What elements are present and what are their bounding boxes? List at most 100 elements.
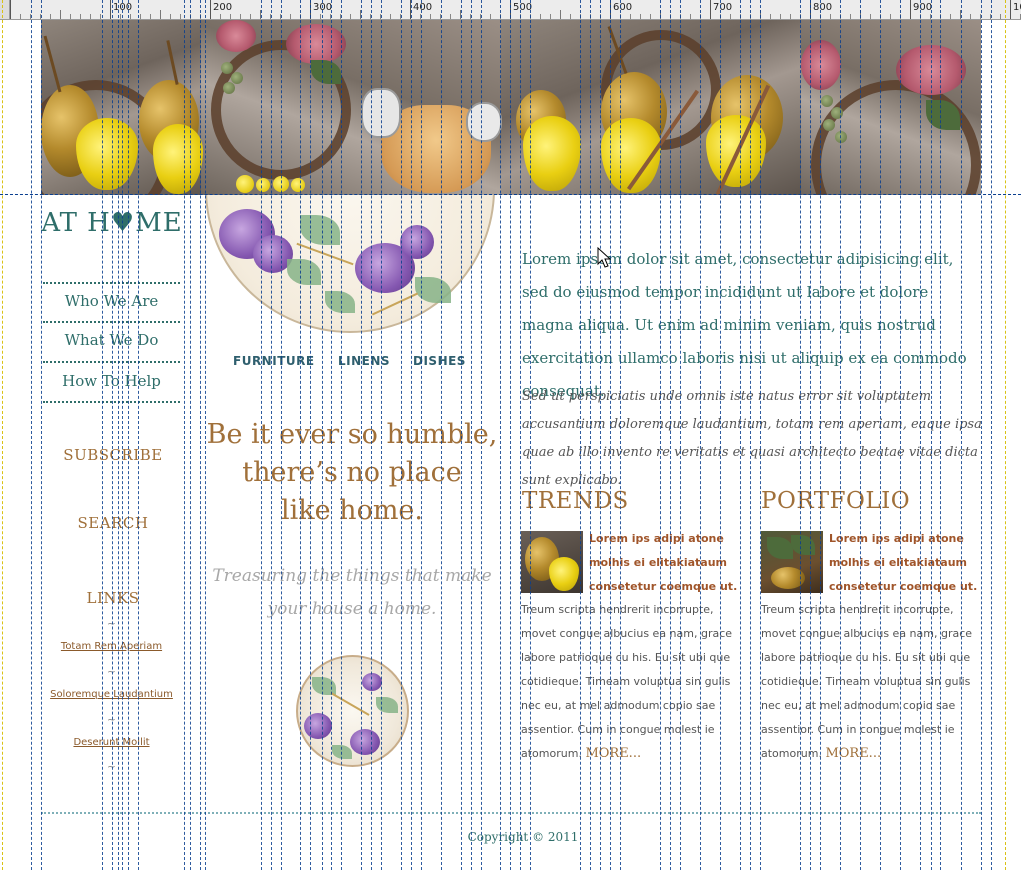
links-heading: LINKS (86, 589, 140, 607)
hero-tagline: Treasuring the things that make your hou… (205, 560, 499, 626)
column-guide[interactable] (900, 0, 901, 870)
column-guide[interactable] (261, 0, 262, 870)
column-guide[interactable] (860, 0, 861, 870)
subscribe-link[interactable]: SUBSCRIBE (43, 446, 183, 464)
ruler-tick (550, 14, 551, 19)
column-guide[interactable] (461, 0, 462, 870)
column-guide[interactable] (205, 0, 206, 870)
column-guide[interactable] (720, 0, 721, 870)
column-guide[interactable] (361, 0, 362, 870)
grape (823, 119, 835, 131)
ruler-tick (710, 0, 711, 19)
trends-headline[interactable]: Lorem ips adipi atone molhis ei elitakia… (589, 527, 745, 599)
hero-heading: Be it ever so humble, there’s no place l… (205, 416, 499, 530)
column-guide[interactable] (200, 0, 201, 870)
column-guide[interactable] (931, 0, 932, 870)
ruler-tick (1000, 14, 1001, 19)
column-guide[interactable] (341, 0, 342, 870)
heart-icon: ♥ (110, 208, 136, 238)
column-guide[interactable] (660, 0, 661, 870)
column-guide[interactable] (670, 0, 671, 870)
column-guide[interactable] (840, 0, 841, 870)
column-guide[interactable] (981, 0, 982, 870)
column-guide[interactable] (810, 0, 811, 870)
column-guide[interactable] (118, 0, 119, 870)
trends-body: Treum scripta hendrerit incorrupte, move… (521, 598, 745, 766)
portfolio-heading: PORTFOLIO (761, 488, 911, 514)
small-pear (256, 178, 270, 192)
column-guide[interactable] (122, 0, 123, 870)
column-guide[interactable] (184, 0, 185, 870)
column-guide[interactable] (300, 0, 301, 870)
trends-more-link[interactable]: MORE... (585, 746, 641, 761)
column-guide[interactable] (620, 0, 621, 870)
ruler-tick (250, 14, 251, 19)
column-guide[interactable] (940, 0, 941, 870)
column-guide[interactable] (740, 0, 741, 870)
column-guide[interactable] (331, 0, 332, 870)
category-linens[interactable]: LINENS (338, 354, 390, 368)
ruler-number: 100 (1013, 2, 1021, 13)
column-guide[interactable] (138, 0, 139, 870)
ruler-tick (1010, 0, 1011, 19)
column-guide[interactable] (271, 0, 272, 870)
search-link[interactable]: SEARCH (43, 514, 183, 532)
column-guide[interactable] (800, 0, 801, 870)
column-guide[interactable] (700, 0, 701, 870)
margin-guide[interactable] (2, 0, 3, 870)
column-guide[interactable] (760, 0, 761, 870)
column-guide[interactable] (880, 0, 881, 870)
ruler-tick (110, 0, 111, 19)
column-guide[interactable] (510, 0, 511, 870)
ruler-tick (50, 14, 51, 19)
column-guide[interactable] (190, 0, 191, 870)
ruler-number: 200 (213, 2, 233, 13)
column-guide[interactable] (590, 0, 591, 870)
column-guide[interactable] (820, 0, 821, 870)
column-guide[interactable] (322, 0, 323, 870)
column-guide[interactable] (610, 0, 611, 870)
column-guide[interactable] (530, 0, 531, 870)
category-furniture[interactable]: FURNITURE (233, 354, 315, 368)
column-guide[interactable] (481, 0, 482, 870)
ruler-tick (170, 14, 171, 19)
column-guide[interactable] (381, 0, 382, 870)
horizontal-guide[interactable] (0, 194, 1021, 195)
ruler-tick (20, 14, 21, 19)
portfolio-body: Treum scripta hendrerit incorrupte, move… (761, 598, 985, 766)
margin-guide[interactable] (1005, 0, 1006, 870)
column-guide[interactable] (961, 0, 962, 870)
column-guide[interactable] (401, 0, 402, 870)
column-guide[interactable] (441, 0, 442, 870)
column-guide[interactable] (411, 0, 412, 870)
ruler-tick (140, 14, 141, 19)
column-guide[interactable] (421, 0, 422, 870)
column-guide[interactable] (102, 0, 103, 870)
ruler-tick (80, 14, 81, 19)
flower-cluster (801, 40, 841, 90)
flower-cluster (216, 20, 256, 52)
column-guide[interactable] (600, 0, 601, 870)
column-guide[interactable] (371, 0, 372, 870)
column-guide[interactable] (520, 0, 521, 870)
column-guide[interactable] (750, 0, 751, 870)
column-guide[interactable] (281, 0, 282, 870)
ruler-tick (100, 14, 101, 19)
column-guide[interactable] (580, 0, 581, 870)
ruler-number: 900 (913, 2, 933, 13)
column-guide[interactable] (112, 0, 113, 870)
column-guide[interactable] (920, 0, 921, 870)
column-guide[interactable] (310, 0, 311, 870)
column-guide[interactable] (128, 0, 129, 870)
violet-flower (362, 673, 382, 691)
portfolio-thumbnail[interactable] (761, 531, 823, 593)
portfolio-more-link[interactable]: MORE... (825, 746, 881, 761)
column-guide[interactable] (500, 0, 501, 870)
column-guide[interactable] (31, 0, 32, 870)
yellow-pear (549, 557, 579, 591)
column-guide[interactable] (471, 0, 472, 870)
column-guide[interactable] (680, 0, 681, 870)
column-guide[interactable] (991, 0, 992, 870)
violet-flower (350, 729, 380, 755)
column-guide[interactable] (41, 0, 42, 870)
